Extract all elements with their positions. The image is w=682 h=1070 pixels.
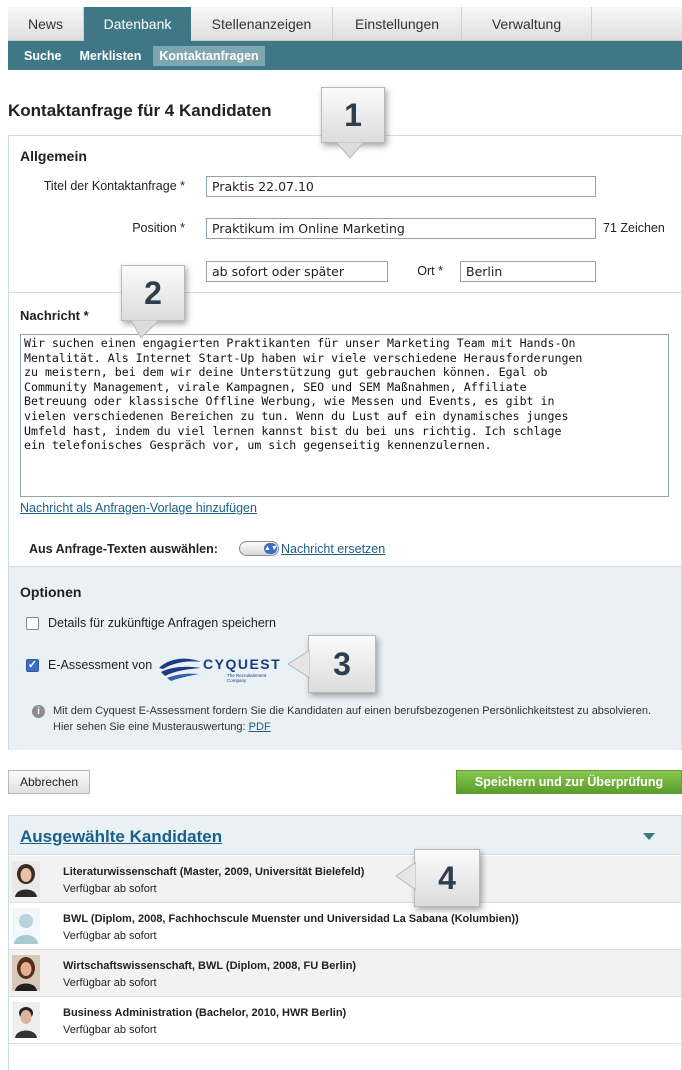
callout-3-pointer [287, 650, 310, 679]
candidates-title[interactable]: Ausgewählte Kandidaten [20, 827, 222, 847]
tab-datenbank[interactable]: Datenbank [84, 7, 191, 41]
save-and-review-button[interactable]: Speichern und zur Überprüfung [456, 770, 682, 794]
save-details-checkbox[interactable] [26, 617, 39, 630]
candidate-name: BWL (Diplom, 2008, Fachhochscule Muenste… [63, 913, 519, 925]
candidate-row[interactable]: Literaturwissenschaft (Master, 2009, Uni… [9, 856, 681, 903]
candidate-photo-icon [12, 1002, 40, 1038]
cyquest-swoosh-icon [159, 658, 201, 681]
tab-einstellungen[interactable]: Einstellungen [333, 7, 462, 41]
subtab-merklisten[interactable]: Merklisten [74, 46, 148, 66]
info-icon: i [32, 705, 45, 718]
section-title-options: Optionen [20, 584, 82, 600]
candidate-availability: Verfügbar ab sofort [63, 930, 157, 942]
cyquest-logo: CYQUEST The Recruitainment Company [157, 654, 282, 683]
pdf-link[interactable]: PDF [249, 721, 271, 733]
chevron-down-icon[interactable] [643, 833, 655, 840]
candidate-name: Literaturwissenschaft (Master, 2009, Uni… [63, 866, 365, 878]
candidate-availability: Verfügbar ab sofort [63, 977, 157, 989]
callout-2: 2 [121, 265, 185, 321]
callout-3: 3 [308, 635, 376, 693]
replace-message-link[interactable]: Nachricht ersetzen [281, 542, 385, 556]
candidate-photo-icon [12, 861, 40, 897]
updown-arrows-icon: ▲▼ [264, 543, 278, 554]
candidate-row[interactable]: Wirtschaftswissenschaft, BWL (Diplom, 20… [9, 950, 681, 997]
subtab-suche[interactable]: Suche [18, 46, 68, 66]
tab-verwaltung[interactable]: Verwaltung [462, 7, 592, 41]
selected-candidates-panel: Ausgewählte Kandidaten Literaturwissensc… [8, 815, 682, 1070]
position-label: Position * [132, 221, 185, 235]
page-title: Kontaktanfrage für 4 Kandidaten [8, 101, 272, 120]
cancel-button[interactable]: Abbrechen [8, 770, 90, 794]
tab-news[interactable]: News [8, 7, 84, 41]
candidate-row[interactable]: Business Administration (Bachelor, 2010,… [9, 997, 681, 1044]
candidate-row[interactable]: BWL (Diplom, 2008, Fachhochscule Muenste… [9, 903, 681, 950]
callout-1-pointer [336, 142, 364, 159]
logo-text: CYQUEST [203, 656, 282, 672]
candidate-photo-icon [12, 955, 40, 991]
candidates-header[interactable]: Ausgewählte Kandidaten [9, 816, 681, 855]
candidate-name: Wirtschaftswissenschaft, BWL (Diplom, 20… [63, 960, 357, 972]
callout-4: 4 [414, 849, 480, 907]
placeholder-avatar-icon [12, 908, 40, 944]
callout-1: 1 [321, 87, 385, 143]
candidate-availability: Verfügbar ab sofort [63, 883, 157, 895]
template-select[interactable]: ▲▼ [239, 541, 279, 556]
sub-navigation: Suche Merklisten Kontaktanfragen [8, 41, 682, 70]
start-input[interactable] [206, 261, 388, 282]
char-count: 71 Zeichen [603, 221, 665, 235]
add-template-link[interactable]: Nachricht als Anfragen-Vorlage hinzufüge… [20, 501, 257, 515]
ort-input[interactable] [460, 261, 596, 282]
assessment-checkbox[interactable]: ✓ [26, 659, 39, 672]
ort-label: Ort * [417, 264, 443, 278]
callout-2-pointer [131, 320, 159, 339]
candidate-availability: Verfügbar ab sofort [63, 1024, 157, 1036]
titel-input[interactable] [206, 176, 596, 197]
titel-label: Titel der Kontaktanfrage * [43, 179, 185, 193]
message-textarea[interactable]: Wir suchen einen engagierten Praktikante… [20, 334, 669, 497]
logo-tagline: The Recruitainment Company [227, 673, 267, 683]
subtab-kontaktanfragen[interactable]: Kontaktanfragen [153, 45, 265, 66]
divider [9, 292, 681, 293]
assessment-info-text: Mit dem Cyquest E-Assessment fordern Sie… [53, 705, 652, 733]
tab-stellenanzeigen[interactable]: Stellenanzeigen [191, 7, 333, 41]
main-navigation: News Datenbank Stellenanzeigen Einstellu… [8, 7, 682, 41]
candidate-name: Business Administration (Bachelor, 2010,… [63, 1007, 347, 1019]
callout-4-pointer [395, 862, 416, 891]
save-details-label: Details für zukünftige Anfragen speicher… [48, 616, 276, 630]
assessment-label: E-Assessment von [48, 658, 153, 672]
section-title-general: Allgemein [20, 148, 87, 164]
template-select-label: Aus Anfrage-Texten auswählen: [29, 542, 218, 556]
assessment-info: Mit dem Cyquest E-Assessment fordern Sie… [53, 703, 653, 735]
section-title-message: Nachricht * [20, 308, 89, 323]
position-input[interactable] [206, 218, 596, 239]
